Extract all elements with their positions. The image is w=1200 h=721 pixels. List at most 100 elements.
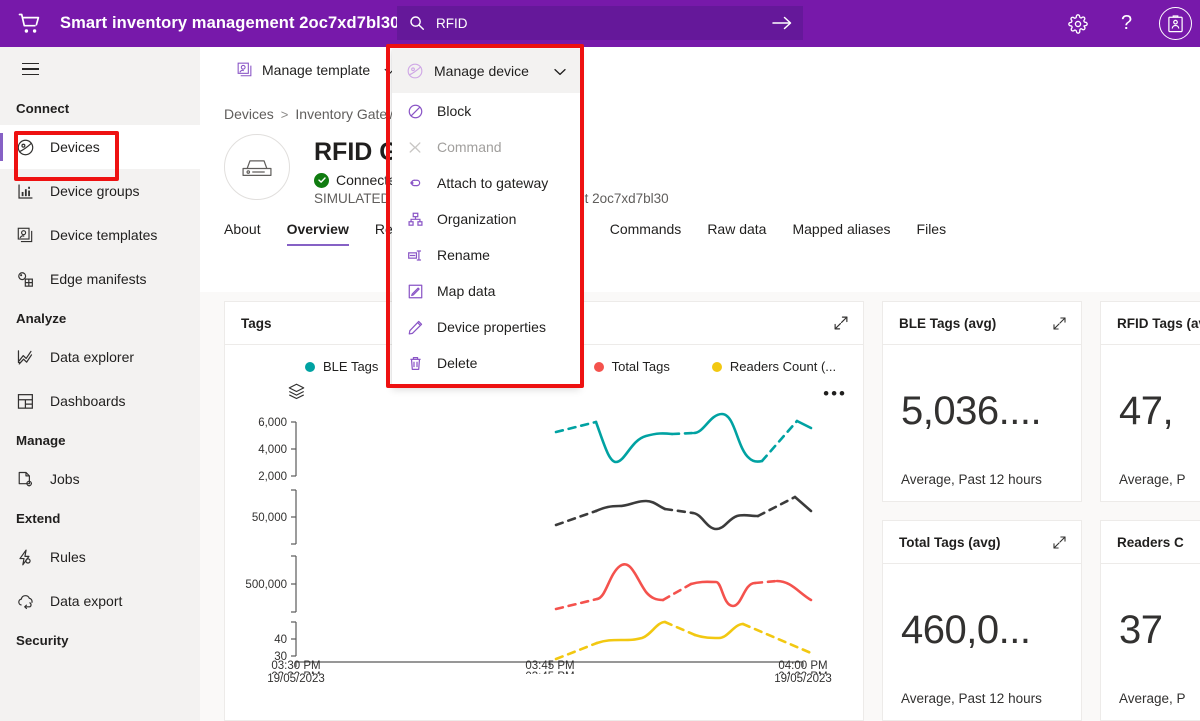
sidebar-item-label: Data export bbox=[50, 593, 123, 609]
tab-commands[interactable]: Commands bbox=[610, 221, 682, 246]
y-axis-ble bbox=[291, 421, 297, 477]
expand-icon[interactable] bbox=[833, 315, 849, 331]
kpi-footer: Average, P bbox=[1119, 691, 1186, 706]
menu-item-device-properties[interactable]: Device properties bbox=[392, 309, 580, 345]
search-input[interactable] bbox=[434, 14, 771, 32]
global-search[interactable] bbox=[397, 6, 803, 40]
tab-raw-data[interactable]: Raw data bbox=[707, 221, 766, 246]
legend-label: BLE Tags bbox=[323, 359, 379, 374]
sidebar-item-label: Rules bbox=[50, 549, 86, 565]
data-explorer-icon bbox=[16, 348, 44, 367]
kpi-card-header: BLE Tags (avg) bbox=[883, 302, 1081, 345]
legend-item[interactable]: BLE Tags bbox=[305, 359, 378, 374]
breadcrumb-root[interactable]: Devices bbox=[224, 106, 274, 122]
sidebar-item-device-groups[interactable]: Device groups bbox=[0, 169, 200, 213]
kpi-footer: Average, Past 12 hours bbox=[901, 472, 1042, 487]
expand-icon[interactable] bbox=[1052, 316, 1067, 331]
expand-icon[interactable] bbox=[1052, 535, 1067, 550]
kpi-title: Total Tags (avg) bbox=[899, 534, 1001, 550]
sidebar-group-analyze: Analyze bbox=[16, 311, 67, 326]
tab-overview[interactable]: Overview bbox=[286, 221, 350, 246]
tab-mapped-aliases[interactable]: Mapped aliases bbox=[792, 221, 890, 246]
series-total-tags bbox=[554, 563, 813, 611]
device-templates-icon bbox=[236, 61, 254, 79]
chevron-down-icon bbox=[554, 63, 566, 79]
tab-files[interactable]: Files bbox=[917, 221, 947, 246]
tab-about[interactable]: About bbox=[224, 221, 261, 246]
menu-item-label: Device properties bbox=[437, 319, 546, 335]
menu-item-delete[interactable]: Delete bbox=[392, 345, 580, 381]
edge-manifests-icon bbox=[16, 270, 44, 289]
sidebar-item-data-export[interactable]: Data export bbox=[0, 579, 200, 623]
sidebar: Connect Devices Device groups Device tem… bbox=[0, 47, 200, 721]
command-bar: Manage template bbox=[200, 47, 1200, 94]
kpi-footer: Average, P bbox=[1119, 472, 1186, 487]
sidebar-group-extend: Extend bbox=[16, 511, 61, 526]
command-icon bbox=[406, 139, 424, 156]
gear-icon[interactable] bbox=[1053, 0, 1102, 47]
series-rfid-tags bbox=[554, 495, 813, 531]
rename-icon bbox=[406, 247, 424, 264]
manage-device-button[interactable]: Manage device bbox=[392, 49, 580, 93]
top-bar: Smart inventory management 2oc7xd7bl30 R… bbox=[0, 0, 1200, 47]
menu-item-label: Attach to gateway bbox=[437, 175, 549, 191]
sidebar-item-device-templates[interactable]: Device templates bbox=[0, 213, 200, 257]
sidebar-item-label: Edge manifests bbox=[50, 271, 147, 287]
kpi-card-header: RFID Tags (avg) bbox=[1101, 302, 1200, 345]
sidebar-item-edge-manifests[interactable]: Edge manifests bbox=[0, 257, 200, 301]
map-data-icon bbox=[406, 283, 424, 300]
kpi-title: BLE Tags (avg) bbox=[899, 315, 997, 331]
data-export-icon bbox=[16, 592, 44, 611]
sidebar-item-devices[interactable]: Devices bbox=[0, 125, 200, 169]
app-title: Smart inventory management 2oc7xd7bl30 bbox=[60, 14, 400, 32]
y-axis-readers bbox=[291, 621, 297, 657]
legend-item[interactable]: Readers Count (... bbox=[711, 359, 836, 374]
shopping-cart-icon[interactable] bbox=[0, 0, 60, 47]
menu-item-attach-to-gateway[interactable]: Attach to gateway bbox=[392, 165, 580, 201]
sidebar-item-dashboards[interactable]: Dashboards bbox=[0, 379, 200, 423]
x-tick-date: 19/05/2023 bbox=[267, 673, 325, 685]
menu-item-rename[interactable]: Rename bbox=[392, 237, 580, 273]
menu-item-map-data[interactable]: Map data bbox=[392, 273, 580, 309]
kpi-card-header: Total Tags (avg) bbox=[883, 521, 1081, 564]
avatar[interactable] bbox=[1151, 0, 1200, 47]
menu-item-organization[interactable]: Organization bbox=[392, 201, 580, 237]
ellipsis-icon[interactable]: ••• bbox=[823, 385, 847, 402]
menu-item-label: Rename bbox=[437, 247, 490, 263]
sidebar-item-label: Data explorer bbox=[50, 349, 135, 365]
kpi-card-ble-tags: BLE Tags (avg) 5,036.... Average, Past 1… bbox=[882, 301, 1082, 502]
device-header: RFID Gateway Connected 19/05/2023, 3:59:… bbox=[200, 122, 1200, 206]
check-circle-icon bbox=[314, 172, 329, 188]
kpi-column-2: RFID Tags (avg) 47, Average, P Readers C… bbox=[1100, 301, 1200, 721]
sidebar-item-rules[interactable]: Rules bbox=[0, 535, 200, 579]
kpi-body: 5,036.... Average, Past 12 hours bbox=[883, 345, 1081, 501]
x-tick-time: 04:00 PM bbox=[778, 660, 828, 672]
x-tick-date: 19/05/2023 bbox=[774, 673, 832, 685]
block-icon bbox=[406, 103, 424, 120]
gateway-device-icon bbox=[224, 134, 290, 200]
menu-item-label: Block bbox=[437, 103, 472, 119]
y-tick-label: 40 bbox=[274, 634, 287, 646]
search-submit-button[interactable] bbox=[771, 15, 793, 31]
devices-icon bbox=[406, 62, 424, 80]
legend-label: Total Tags bbox=[611, 359, 670, 374]
menu-item-block[interactable]: Block bbox=[392, 93, 580, 129]
kpi-title: Readers C bbox=[1117, 534, 1184, 550]
kpi-body: 37 Average, P bbox=[1101, 564, 1200, 720]
legend-item[interactable]: Total Tags bbox=[593, 359, 670, 374]
main-content: Manage template Devices > Inventory Gate… bbox=[200, 47, 1200, 721]
manage-template-button[interactable]: Manage template bbox=[224, 52, 407, 88]
menu-item-label: Command bbox=[437, 139, 502, 155]
kpi-footer: Average, Past 12 hours bbox=[901, 691, 1042, 706]
sidebar-item-jobs[interactable]: Jobs bbox=[0, 457, 200, 501]
menu-item-label: Delete bbox=[437, 355, 478, 371]
kpi-card-rfid-tags: RFID Tags (avg) 47, Average, P bbox=[1100, 301, 1200, 502]
manage-device-menu: Manage device Block Command Attach to ga… bbox=[392, 49, 580, 387]
manage-device-label: Manage device bbox=[434, 63, 529, 79]
layers-icon[interactable] bbox=[287, 382, 306, 406]
y-tick-label: 2,000 bbox=[258, 471, 287, 483]
x-tick-time: 03:30 PM bbox=[271, 660, 321, 672]
sidebar-item-data-explorer[interactable]: Data explorer bbox=[0, 335, 200, 379]
hamburger-icon[interactable] bbox=[6, 47, 54, 91]
help-icon[interactable]: ? bbox=[1102, 0, 1151, 47]
